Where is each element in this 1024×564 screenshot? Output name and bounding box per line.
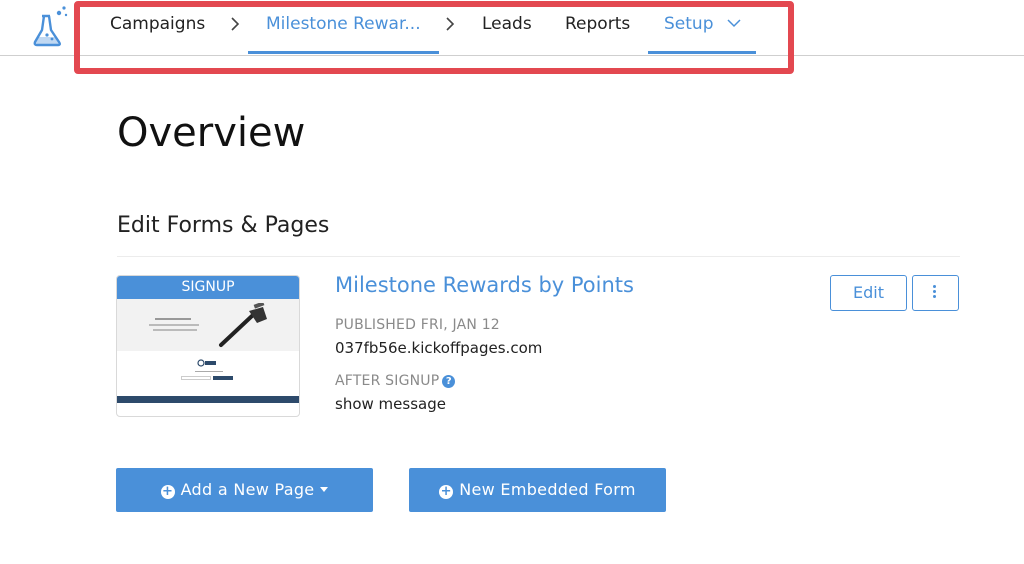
nav-reports[interactable]: Reports bbox=[565, 0, 630, 55]
new-embedded-form-label: New Embedded Form bbox=[459, 480, 636, 499]
after-signup-row: AFTER SIGNUP? bbox=[335, 373, 456, 389]
more-options-button[interactable] bbox=[912, 275, 959, 311]
brand-logo-image bbox=[197, 359, 216, 367]
after-signup-label: AFTER SIGNUP bbox=[335, 373, 440, 389]
add-new-page-button[interactable]: + Add a New Page bbox=[116, 468, 373, 512]
section-title: Edit Forms & Pages bbox=[117, 213, 330, 238]
thumbnail-text-line bbox=[155, 318, 191, 320]
active-tab-underline bbox=[248, 51, 439, 54]
vertical-ellipsis-icon bbox=[933, 285, 937, 301]
top-navigation-bar: Campaigns Milestone Rewar... Leads Repor… bbox=[0, 0, 1024, 56]
nav-campaigns-label: Campaigns bbox=[110, 14, 206, 34]
thumbnail-text-line bbox=[195, 371, 223, 372]
thumbnail-text-line bbox=[149, 324, 199, 326]
chevron-right-icon bbox=[446, 17, 455, 31]
nav-campaigns[interactable]: Campaigns bbox=[110, 0, 205, 55]
nav-campaign-milestone-label: Milestone Rewar... bbox=[266, 14, 421, 34]
caret-down-icon bbox=[320, 487, 329, 492]
flask-icon[interactable] bbox=[30, 4, 72, 48]
nav-leads[interactable]: Leads bbox=[482, 0, 532, 55]
page-card-title[interactable]: Milestone Rewards by Points bbox=[335, 273, 634, 297]
nav-reports-label: Reports bbox=[565, 14, 631, 34]
active-tab-underline bbox=[648, 51, 756, 54]
plus-circle-icon: + bbox=[439, 484, 454, 499]
thumbnail-button bbox=[213, 376, 233, 380]
question-circle-icon[interactable]: ? bbox=[442, 375, 456, 388]
edit-button[interactable]: Edit bbox=[830, 275, 907, 311]
nav-setup-label: Setup bbox=[664, 14, 714, 34]
published-label: PUBLISHED FRI, JAN 12 bbox=[335, 317, 500, 333]
chevron-right-icon bbox=[231, 17, 240, 31]
page-url[interactable]: 037fb56e.kickoffpages.com bbox=[335, 339, 542, 357]
page-thumbnail[interactable]: SIGNUP bbox=[116, 275, 300, 417]
new-embedded-form-button[interactable]: + New Embedded Form bbox=[409, 468, 666, 512]
nav-campaign-milestone[interactable]: Milestone Rewar... bbox=[248, 0, 439, 55]
page-title: Overview bbox=[117, 110, 306, 156]
razor-image bbox=[219, 303, 267, 347]
thumbnail-text-line bbox=[153, 329, 197, 331]
chevron-down-icon bbox=[727, 19, 741, 28]
nav-leads-label: Leads bbox=[482, 14, 532, 34]
add-new-page-label: Add a New Page bbox=[180, 480, 315, 499]
thumbnail-header: SIGNUP bbox=[117, 276, 299, 299]
nav-setup[interactable]: Setup bbox=[648, 0, 756, 55]
plus-circle-icon: + bbox=[160, 484, 175, 499]
section-divider bbox=[117, 256, 960, 257]
after-signup-value: show message bbox=[335, 395, 446, 413]
thumbnail-footer bbox=[117, 396, 299, 403]
thumbnail-input bbox=[181, 376, 211, 380]
thumbnail-hero bbox=[117, 299, 299, 351]
